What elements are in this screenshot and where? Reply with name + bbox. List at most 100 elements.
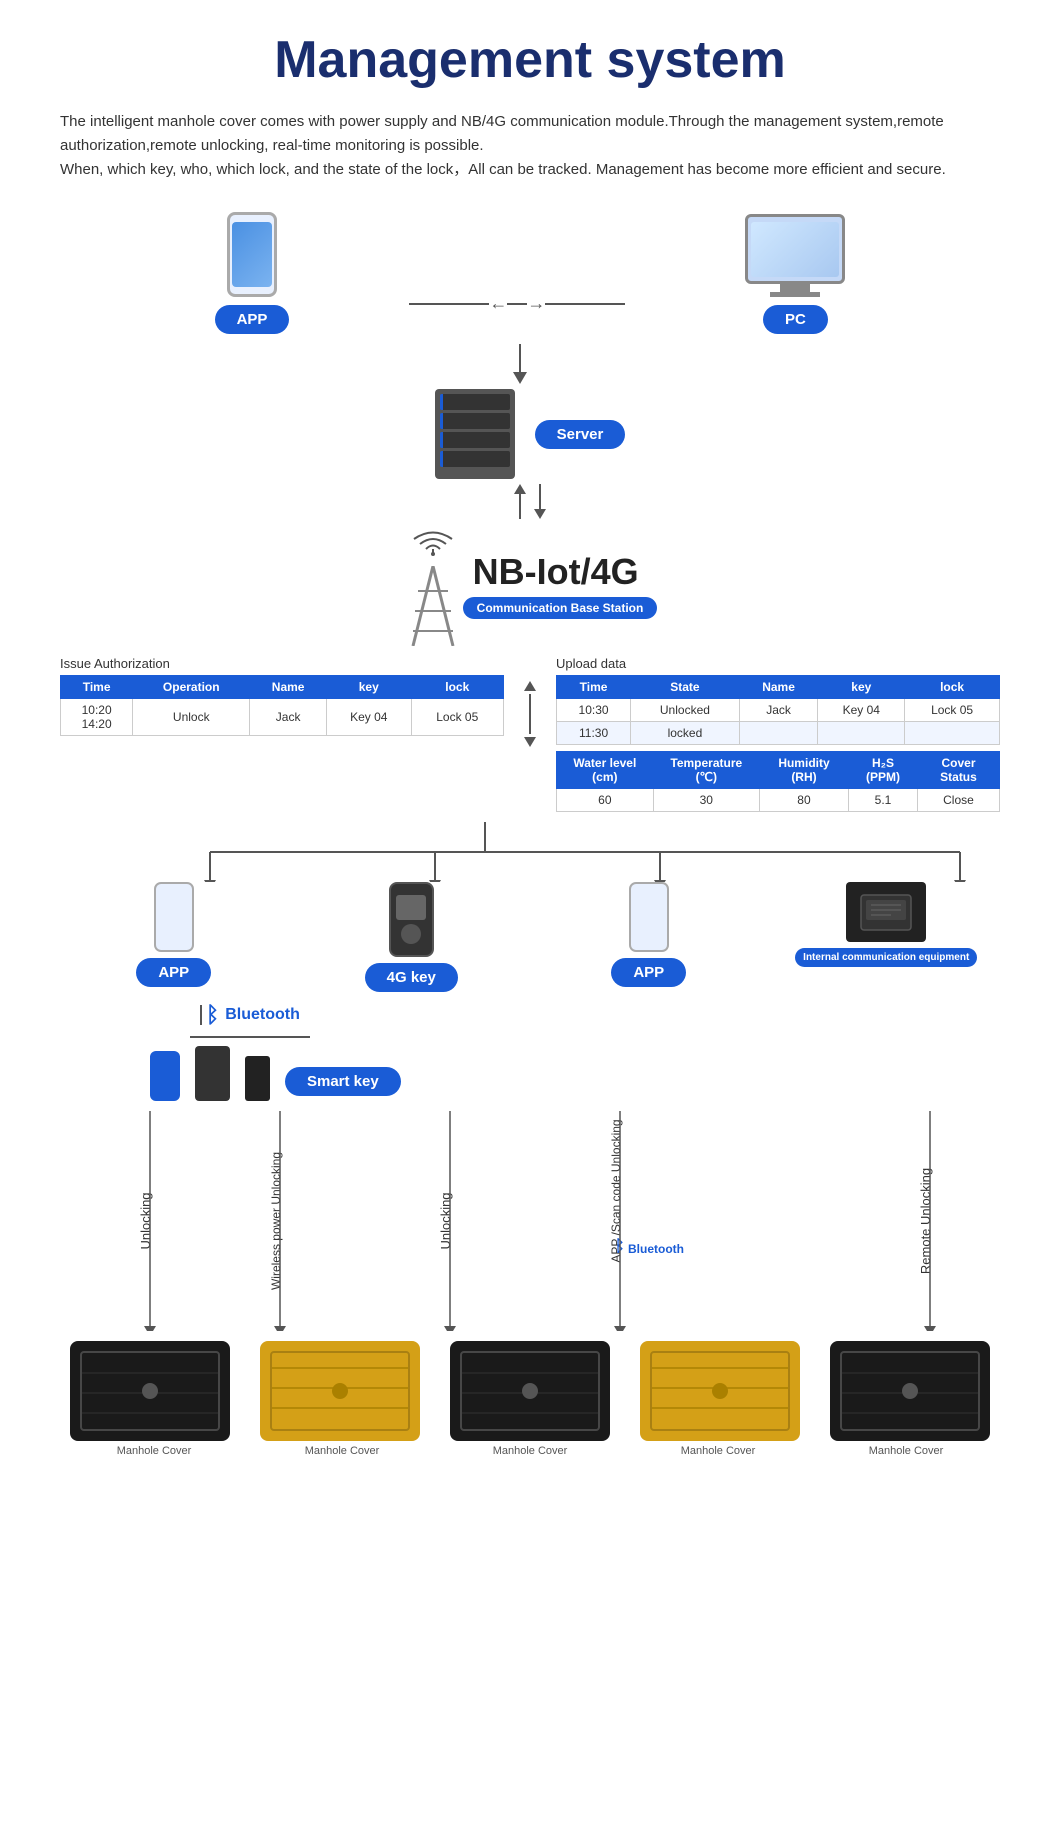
app-pill-left: APP <box>136 958 211 987</box>
cover-black-2 <box>450 1341 610 1441</box>
cell-state-unlocked: Unlocked <box>631 699 740 722</box>
cell-time: 10:2014:20 <box>61 699 133 736</box>
table-row: 60 30 80 5.1 Close <box>557 789 1000 812</box>
intro-text: The intelligent manhole cover comes with… <box>60 110 1000 182</box>
bluetooth-row: ᛒ Bluetooth <box>140 1002 300 1028</box>
col-key: key <box>326 676 411 699</box>
monitor-base <box>770 292 820 297</box>
tables-row: Issue Authorization Time Operation Name … <box>60 656 1000 812</box>
down-arrowhead <box>534 509 546 519</box>
bottom-4g-key: 4G key <box>298 882 526 992</box>
server-unit-3 <box>440 432 510 448</box>
cover-label-5: Manhole Cover <box>869 1445 944 1457</box>
cell-name: Jack <box>250 699 327 736</box>
card-reader-icon <box>195 1046 230 1101</box>
cover-svg-3 <box>462 1353 598 1429</box>
col-water: Water level (cm) <box>557 752 654 789</box>
arrow-line-1 <box>519 344 521 372</box>
server-section: Server <box>60 389 1000 479</box>
tower-svg <box>403 566 463 646</box>
cover-black-1 <box>70 1341 230 1441</box>
cover-detail-3 <box>460 1351 600 1431</box>
page-title: Management system <box>60 30 1000 90</box>
cell-lock3: Lock 05 <box>905 699 1000 722</box>
monitor-wrapper <box>745 214 845 297</box>
cover-svg-1 <box>82 1353 218 1429</box>
bottom-app-left: APP <box>60 882 288 987</box>
monitor-screen <box>751 222 839 277</box>
nb-iot-labels: NB-Iot/4G Communication Base Station <box>463 551 658 619</box>
comm-base-pill: Communication Base Station <box>463 597 658 619</box>
bottom-internal-comm: Internal communication equipment <box>773 882 1001 967</box>
key-device-icon <box>389 882 434 957</box>
connector-svg-top <box>60 822 1000 882</box>
cell-key3: Key 04 <box>818 699 905 722</box>
col-temp: Temperature (℃) <box>653 752 759 789</box>
4g-key-pill: 4G key <box>365 963 458 992</box>
bt-label-row: ᛒ Bluetooth <box>206 1002 300 1028</box>
cover-yellow-2 <box>640 1341 800 1441</box>
app-device-block: APP <box>215 212 290 334</box>
col-lock: lock <box>411 676 503 699</box>
key-card-icon <box>245 1056 270 1101</box>
app-pill-right: APP <box>611 958 686 987</box>
table-row: 10:30 Unlocked Jack Key 04 Lock 05 <box>557 699 1000 722</box>
tower-container <box>403 524 463 646</box>
col-operation: Operation <box>133 676 250 699</box>
covers-row <box>60 1341 1000 1441</box>
table-row: 11:30 locked <box>557 722 1000 745</box>
upload-table2: Water level (cm) Temperature (℃) Humidit… <box>556 751 1000 812</box>
small-phone-right <box>629 882 669 952</box>
col-state: State <box>631 676 740 699</box>
cell-key: Key 04 <box>326 699 411 736</box>
mid-arrows <box>524 656 536 747</box>
col-time: Time <box>61 676 133 699</box>
cell-h2s: 5.1 <box>849 789 918 812</box>
key-screen <box>396 895 426 920</box>
down-arrow-1 <box>40 344 1000 384</box>
cover-label-2: Manhole Cover <box>305 1445 380 1457</box>
nb-iot-section: NB-Iot/4G Communication Base Station <box>60 524 1000 646</box>
col-name2: Name <box>739 676 818 699</box>
bt-line-down <box>200 1005 202 1025</box>
sk-line <box>190 1036 310 1038</box>
connector-lines-top <box>60 822 1000 882</box>
bi-arrows <box>500 484 560 519</box>
cover-detail-5 <box>840 1351 980 1431</box>
cell-lock4 <box>905 722 1000 745</box>
cell-humidity: 80 <box>759 789 848 812</box>
down-arrowhead-mid <box>524 737 536 747</box>
cell-name4 <box>739 722 818 745</box>
app-pill: APP <box>215 305 290 334</box>
cell-op: Unlock <box>133 699 250 736</box>
system-diagram: APP ← → <box>60 212 1000 1457</box>
bottom-app-right: APP <box>535 882 763 987</box>
right-arrow-icon: → <box>527 293 545 314</box>
arrow-left-right: ← → <box>409 293 625 314</box>
page-container: Management system The intelligent manhol… <box>0 0 1060 1487</box>
top-arrows: ← → <box>409 293 625 314</box>
smart-keys-line <box>190 1036 310 1038</box>
bluetooth-section: ᛒ Bluetooth Smart key <box>140 1002 1000 1101</box>
col-humidity: Humidity (RH) <box>759 752 848 789</box>
up-arrowhead-mid <box>524 681 536 691</box>
bi-arrow-row <box>514 484 546 519</box>
smart-key-pill: Smart key <box>285 1067 401 1096</box>
svg-text:Bluetooth: Bluetooth <box>628 1242 684 1256</box>
key-fob-icon <box>150 1051 180 1101</box>
down-arrow <box>534 484 546 519</box>
svg-text:Wireless power Unlocking: Wireless power Unlocking <box>269 1152 283 1290</box>
up-line <box>519 494 521 519</box>
mid-line <box>529 694 531 734</box>
smart-keys-row: Smart key <box>150 1046 401 1101</box>
cell-lock: Lock 05 <box>411 699 503 736</box>
pc-device-block: PC <box>745 214 845 334</box>
h-line-mid <box>507 303 527 305</box>
upload-data-title: Upload data <box>556 656 1000 671</box>
key-btn <box>401 924 421 944</box>
cover-svg-4 <box>652 1353 788 1429</box>
cover-detail-4 <box>650 1351 790 1431</box>
col-name: Name <box>250 676 327 699</box>
col-key2: key <box>818 676 905 699</box>
issue-auth-table: Time Operation Name key lock 10:2014:20 … <box>60 675 504 736</box>
